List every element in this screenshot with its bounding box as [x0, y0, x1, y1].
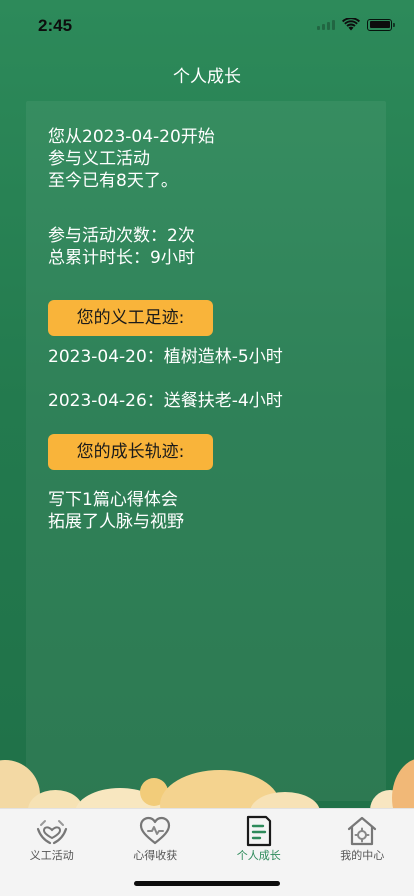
tab-label: 心得收获: [133, 849, 178, 862]
heart-outline-icon: [140, 816, 171, 845]
status-bar: 2:45: [0, 0, 414, 50]
summary-line: 参与义工活动: [48, 149, 150, 169]
summary-line: 至今已有8天了。: [48, 171, 178, 191]
tab-label: 我的中心: [340, 849, 385, 862]
footprints-badge: 您的义工足迹:: [48, 300, 213, 336]
growth-badge: 您的成长轨迹:: [48, 434, 213, 470]
tab-label: 义工活动: [29, 849, 74, 862]
growth-item: 拓展了人脉与视野: [48, 512, 184, 532]
tab-personal-growth[interactable]: 个人成长: [207, 809, 311, 869]
summary-line: 您从2023-04-20开始: [48, 127, 215, 147]
footprint-item: 2023-04-20：植树造林-5小时: [48, 347, 283, 367]
page-title: 个人成长: [173, 67, 241, 87]
home-indicator: [134, 881, 280, 886]
tab-volunteer-activities[interactable]: 义工活动: [0, 809, 104, 869]
wifi-icon: [342, 18, 360, 31]
hands-heart-icon: [36, 820, 67, 845]
growth-list: 写下1篇心得体会 拓展了人脉与视野: [48, 489, 184, 533]
home-gear-icon: [348, 816, 377, 846]
battery-icon: [367, 18, 395, 31]
tab-label: 个人成长: [236, 849, 281, 862]
summary-text: 您从2023-04-20开始 参与义工活动 至今已有8天了。: [48, 126, 215, 192]
status-icons: [317, 18, 395, 31]
footprint-item: 2023-04-26：送餐扶老-4小时: [48, 391, 283, 411]
activity-count: 参与活动次数：2次: [48, 226, 195, 246]
signal-icon: [317, 19, 335, 30]
growth-item: 写下1篇心得体会: [48, 490, 178, 510]
status-time: 2:45: [38, 16, 73, 35]
total-duration: 总累计时长：9小时: [48, 248, 195, 268]
tab-my-center[interactable]: 我的中心: [311, 809, 414, 869]
document-icon: [246, 815, 271, 847]
stats-text: 参与活动次数：2次 总累计时长：9小时: [48, 225, 195, 269]
tab-insights[interactable]: 心得收获: [104, 809, 208, 869]
